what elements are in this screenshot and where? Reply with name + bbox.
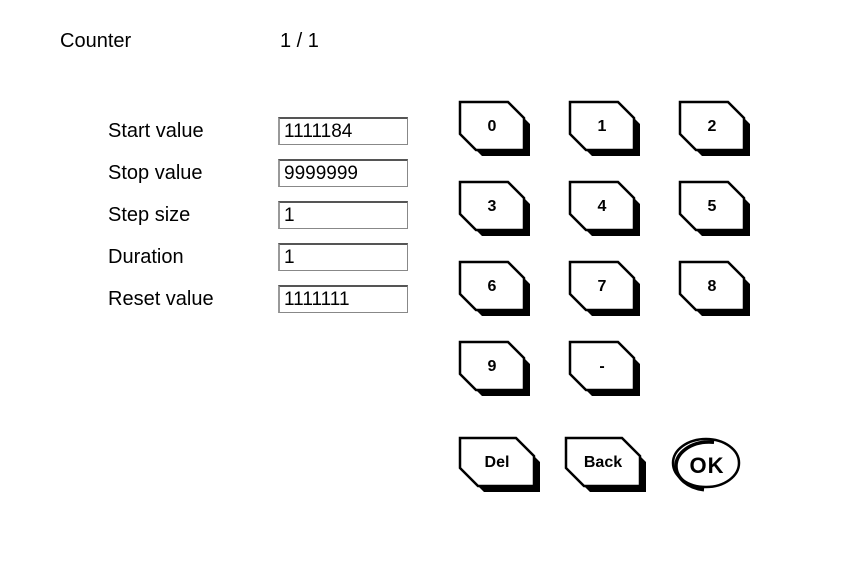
- reset-value-input[interactable]: [278, 285, 408, 313]
- step-size-label: Step size: [108, 204, 278, 227]
- key-6[interactable]: 6: [460, 262, 530, 318]
- key-8-label: 8: [708, 278, 717, 296]
- back-button[interactable]: Back: [566, 438, 646, 494]
- page-title: Counter: [60, 30, 280, 53]
- action-row: Del Back OK: [460, 438, 750, 494]
- key-7[interactable]: 7: [570, 262, 640, 318]
- field-step-size: Step size: [108, 194, 408, 236]
- key-6-label: 6: [488, 278, 497, 296]
- key-1[interactable]: 1: [570, 102, 640, 158]
- duration-label: Duration: [108, 246, 278, 269]
- field-stop-value: Stop value: [108, 152, 408, 194]
- key-8[interactable]: 8: [680, 262, 750, 318]
- back-label: Back: [584, 454, 622, 472]
- keypad-row-4: 9 -: [460, 342, 750, 398]
- keypad-row-3: 6 7 8: [460, 262, 750, 318]
- key-minus-label: -: [599, 358, 604, 376]
- keypad-row-1: 0 1 2: [460, 102, 750, 158]
- del-label: Del: [485, 454, 510, 472]
- stop-value-label: Stop value: [108, 162, 278, 185]
- keypad-row-2: 3 4 5: [460, 182, 750, 238]
- key-4-label: 4: [598, 198, 607, 216]
- fields-panel: Start value Stop value Step size Duratio…: [108, 110, 408, 320]
- del-button[interactable]: Del: [460, 438, 540, 494]
- page-indicator: 1 / 1: [280, 30, 319, 53]
- field-duration: Duration: [108, 236, 408, 278]
- key-minus[interactable]: -: [570, 342, 640, 398]
- keypad: 0 1 2 3 4 5 6 7: [460, 102, 750, 494]
- header: Counter 1 / 1: [60, 30, 319, 53]
- key-9-label: 9: [488, 358, 497, 376]
- ok-button[interactable]: OK: [672, 438, 742, 494]
- ok-label: OK: [690, 453, 725, 479]
- key-9[interactable]: 9: [460, 342, 530, 398]
- key-0[interactable]: 0: [460, 102, 530, 158]
- field-reset-value: Reset value: [108, 278, 408, 320]
- step-size-input[interactable]: [278, 201, 408, 229]
- key-0-label: 0: [488, 118, 497, 136]
- key-3-label: 3: [488, 198, 497, 216]
- duration-input[interactable]: [278, 243, 408, 271]
- key-5-label: 5: [708, 198, 717, 216]
- key-3[interactable]: 3: [460, 182, 530, 238]
- stop-value-input[interactable]: [278, 159, 408, 187]
- key-7-label: 7: [598, 278, 607, 296]
- reset-value-label: Reset value: [108, 288, 278, 311]
- key-5[interactable]: 5: [680, 182, 750, 238]
- start-value-input[interactable]: [278, 117, 408, 145]
- key-4[interactable]: 4: [570, 182, 640, 238]
- key-1-label: 1: [598, 118, 607, 136]
- field-start-value: Start value: [108, 110, 408, 152]
- key-2-label: 2: [708, 118, 717, 136]
- key-2[interactable]: 2: [680, 102, 750, 158]
- start-value-label: Start value: [108, 120, 278, 143]
